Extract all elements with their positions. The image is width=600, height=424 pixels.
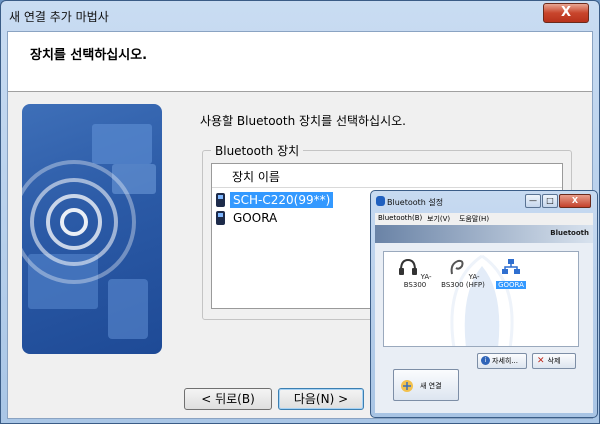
bt-maximize-button[interactable]: □ xyxy=(542,194,558,208)
info-icon: i xyxy=(481,356,490,365)
network-icon xyxy=(502,259,520,274)
phone-icon xyxy=(216,211,225,225)
details-button[interactable]: i 자세히... xyxy=(477,353,527,369)
delete-button[interactable]: ✕ 삭제 xyxy=(532,353,576,369)
bt-device-earpiece[interactable]: YA-BS300 (HFP) xyxy=(440,258,486,289)
menu-bluetooth[interactable]: Bluetooth(B) xyxy=(378,214,422,222)
new-connection-label: 새 연결 xyxy=(420,382,442,390)
delete-icon: ✕ xyxy=(537,356,545,366)
new-connection-button[interactable]: 새 연결 xyxy=(393,369,459,401)
headset-icon xyxy=(399,258,418,275)
device-list-header[interactable]: 장치 이름 xyxy=(212,164,562,188)
bt-window-title: Bluetooth 설정 xyxy=(387,198,444,207)
next-button[interactable]: 다음(N) > xyxy=(278,388,364,410)
bt-close-button[interactable]: X xyxy=(559,194,591,208)
window-title: 새 연결 추가 마법사 xyxy=(9,10,109,24)
wizard-illustration xyxy=(22,104,162,354)
back-button[interactable]: < 뒤로(B) xyxy=(184,388,272,410)
bt-body: YA-BS300 YA-BS300 (HFP) GOORA 새 연결 i 자세히… xyxy=(375,243,593,413)
device-name: GOORA xyxy=(233,211,278,225)
new-connection-icon xyxy=(401,380,413,392)
menu-help[interactable]: 도움말(H) xyxy=(459,214,489,224)
bt-device-panel[interactable]: YA-BS300 YA-BS300 (HFP) GOORA xyxy=(383,251,579,347)
bt-minimize-button[interactable]: — xyxy=(525,194,541,208)
bt-banner: Bluetooth xyxy=(375,225,593,243)
group-label: Bluetooth 장치 xyxy=(211,142,304,159)
close-button[interactable]: X xyxy=(543,3,589,23)
bt-device-headset[interactable]: YA-BS300 xyxy=(392,258,438,289)
device-name: SCH-C220(99**) xyxy=(230,192,334,208)
bt-device-goora[interactable]: GOORA xyxy=(488,258,534,289)
phone-icon xyxy=(216,193,225,207)
page-title: 장치를 선택하십시오. xyxy=(30,48,148,63)
bluetooth-icon xyxy=(376,196,385,206)
bluetooth-waves-illustration xyxy=(22,124,156,339)
instruction-text: 사용할 Bluetooth 장치를 선택하십시오. xyxy=(200,114,406,128)
bluetooth-settings-window: Bluetooth 설정 — □ X Bluetooth(B) 보기(V) 도움… xyxy=(370,190,598,418)
bluetooth-logo: Bluetooth xyxy=(550,229,589,237)
delete-label: 삭제 xyxy=(547,357,561,365)
title-bar[interactable]: 새 연결 추가 마법사 X xyxy=(1,1,599,31)
column-header-device-name[interactable]: 장치 이름 xyxy=(232,168,280,185)
earpiece-icon xyxy=(451,259,464,275)
details-label: 자세히... xyxy=(492,357,518,365)
bt-menu-bar: Bluetooth(B) 보기(V) 도움말(H) xyxy=(375,213,593,225)
device-label: GOORA xyxy=(496,281,526,289)
wizard-header: 장치를 선택하십시오. xyxy=(8,32,592,92)
menu-view[interactable]: 보기(V) xyxy=(427,214,450,224)
